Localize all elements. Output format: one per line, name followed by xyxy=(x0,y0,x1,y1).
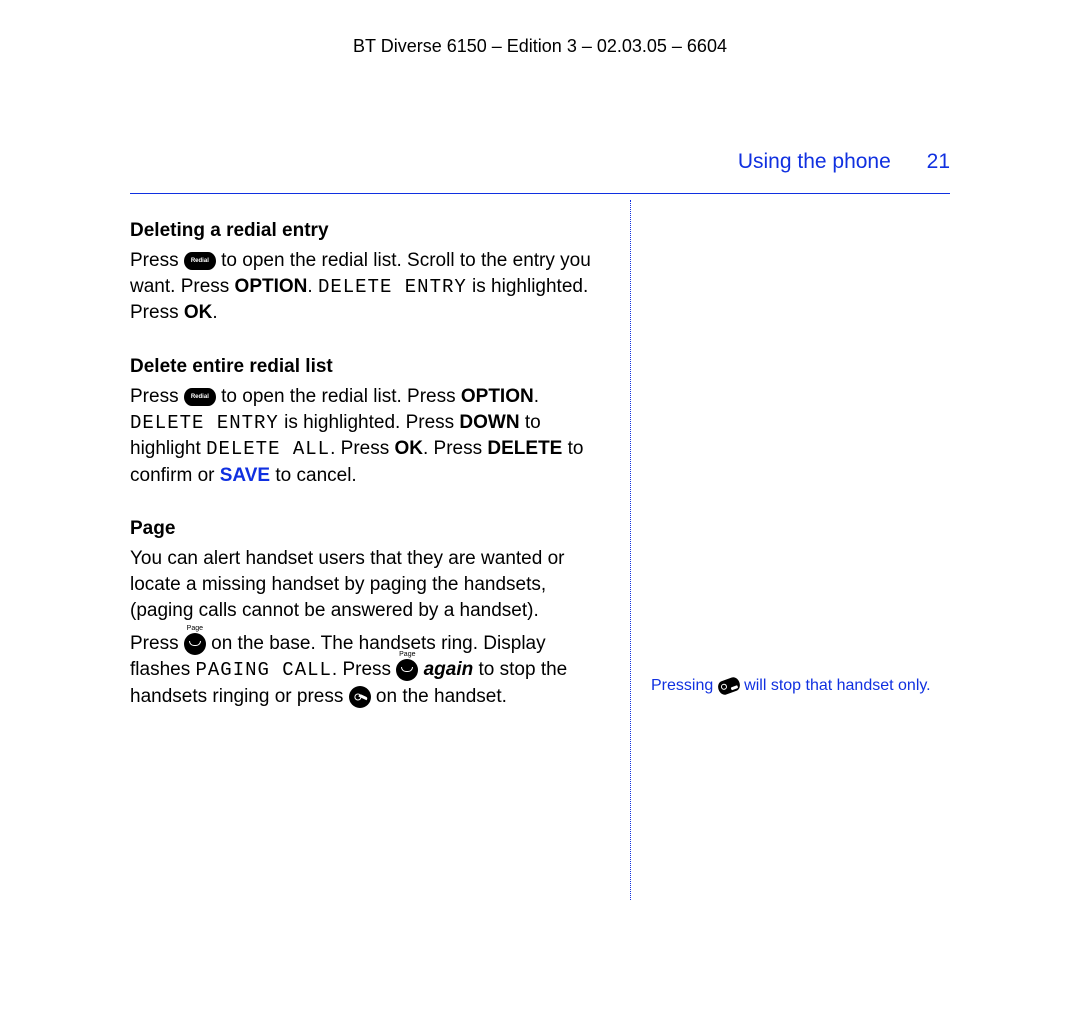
side-column: Pressing will stop that handset only. xyxy=(630,200,950,900)
end-call-button-icon xyxy=(349,686,371,708)
para-delete-entry: Press to open the redial list. Scroll to… xyxy=(130,248,610,326)
chapter-title: Using the phone xyxy=(738,150,891,173)
page-button-icon: Page xyxy=(396,659,418,681)
heading-delete-list: Delete entire redial list xyxy=(130,356,610,378)
page-header: Using the phone 21 xyxy=(738,150,950,174)
redial-button-icon xyxy=(184,252,216,270)
para-delete-list: Press to open the redial list. Press OPT… xyxy=(130,384,610,489)
heading-page: Page xyxy=(130,518,610,540)
page-button-icon: Page xyxy=(184,633,206,655)
content-columns: Deleting a redial entry Press to open th… xyxy=(130,200,950,900)
heading-delete-entry: Deleting a redial entry xyxy=(130,220,610,242)
para-page-steps: Press Page on the base. The handsets rin… xyxy=(130,631,610,709)
end-call-button-icon xyxy=(716,675,741,696)
main-column: Deleting a redial entry Press to open th… xyxy=(130,200,630,900)
header-rule xyxy=(130,193,950,194)
doc-header: BT Diverse 6150 – Edition 3 – 02.03.05 –… xyxy=(0,0,1080,57)
para-page-intro: You can alert handset users that they ar… xyxy=(130,546,610,623)
page-number: 21 xyxy=(927,150,950,173)
side-note: Pressing will stop that handset only. xyxy=(651,675,950,697)
redial-button-icon xyxy=(184,388,216,406)
